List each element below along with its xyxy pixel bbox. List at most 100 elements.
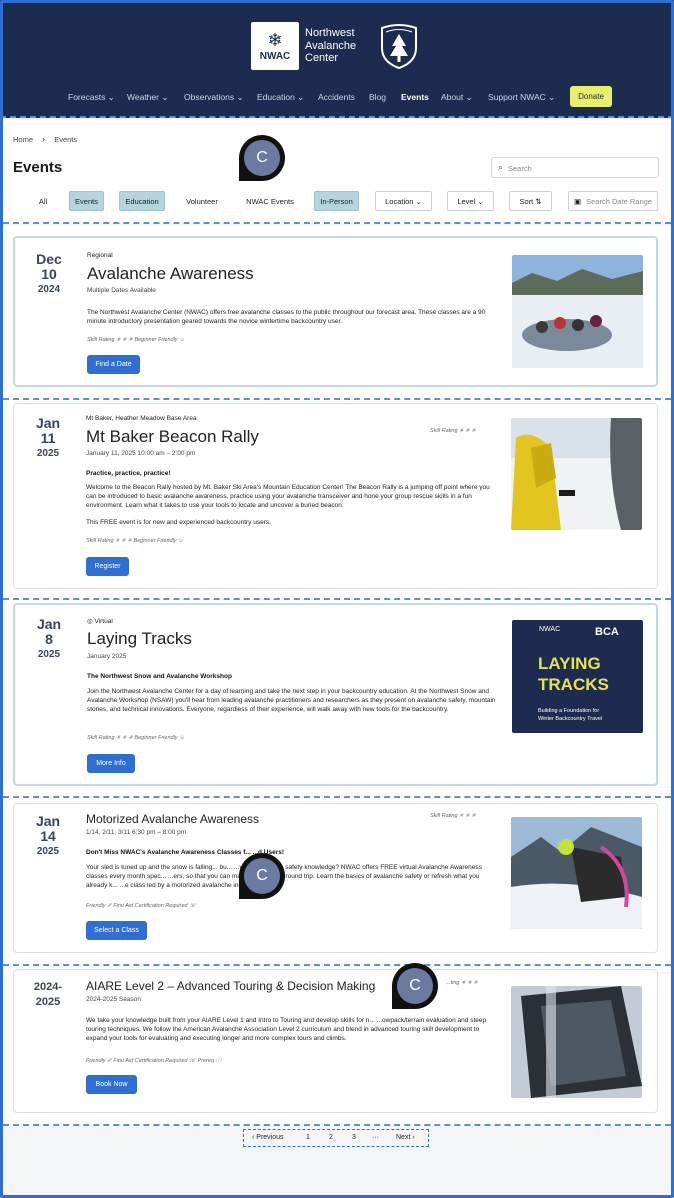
location-dropdown[interactable]: Location ⌄: [375, 191, 432, 211]
event-description: Your sled is tuned up and the snow is fa…: [86, 864, 482, 889]
nav-weather[interactable]: Weather ⌄: [127, 92, 168, 103]
nav-support[interactable]: Support NWAC ⌄: [488, 92, 555, 103]
date-range-input[interactable]: ▣ Search Date Range: [568, 191, 658, 211]
event-lead: Practice, practice, practice!: [86, 470, 171, 477]
event-lead: The Northwest Snow and Avalanche Worksho…: [87, 673, 232, 680]
skill-rating: Skill Rating ✳ ✳ ✳ Beginner Friendly ☺: [87, 337, 185, 343]
search-placeholder: Search: [508, 164, 532, 173]
event-date: 2024- 2025: [33, 981, 63, 1008]
nwac-mark: NWAC: [539, 626, 561, 633]
filter-in-person[interactable]: In-Person: [314, 191, 359, 211]
event-title[interactable]: AIARE Level 2 – Advanced Touring & Decis…: [86, 979, 375, 993]
breadcrumb: Home › Events: [13, 134, 77, 144]
event-title[interactable]: Mt Baker Beacon Rally: [86, 427, 259, 447]
event-date-detail: Multiple Dates Available: [87, 287, 156, 294]
tagline-1: Building a Foundation for: [538, 708, 600, 714]
page-2[interactable]: 2: [329, 1134, 333, 1141]
event-title[interactable]: Motorized Avalanche Awareness: [86, 812, 259, 826]
level-dropdown[interactable]: Level ⌄: [447, 191, 494, 211]
snowflake-icon: ❄: [267, 29, 283, 50]
event-tags: Friendly ✐ First Aid Certification Requi…: [86, 903, 197, 909]
avalanche-class-photo[interactable]: [512, 255, 643, 368]
date-range-placeholder: Search Date Range: [586, 196, 652, 206]
event-card[interactable]: Jan 8 2025 ◎ Virtual Laying Tracks Janua…: [13, 603, 658, 786]
calendar-icon: ▣: [574, 196, 582, 206]
sort-button[interactable]: Sort ⇅: [509, 191, 552, 211]
event-card[interactable]: Dec 10 2024 Regional Avalanche Awareness…: [13, 236, 658, 387]
page-3[interactable]: 3: [352, 1134, 356, 1141]
chevron-right-icon: ›: [42, 134, 46, 144]
event-description-note: This FREE event is for new and experienc…: [86, 519, 271, 526]
page-1[interactable]: 1: [306, 1134, 310, 1141]
register-button[interactable]: Register: [86, 557, 129, 576]
next-page-button[interactable]: Next ›: [396, 1134, 415, 1141]
nav-accidents[interactable]: Accidents: [318, 92, 355, 102]
pagination: ‹ Previous 1 2 3 ··· Next ›: [243, 1129, 429, 1147]
previous-page-button[interactable]: ‹ Previous: [252, 1134, 284, 1141]
laying-tracks-image[interactable]: NWAC BCA LAYING TRACKS Building a Founda…: [512, 620, 643, 733]
event-card[interactable]: 2024- 2025 ...ting ✳ ✳ ✳ AIARE Level 2 –…: [13, 969, 658, 1113]
breadcrumb-home[interactable]: Home: [13, 135, 33, 144]
search-icon: ⌕: [498, 162, 504, 172]
event-title[interactable]: Laying Tracks: [87, 629, 192, 649]
skill-rating: Skill Rating ✳ ✳ ✳ Beginner Friendly ☺: [86, 538, 184, 544]
nav-about[interactable]: About ⌄: [441, 92, 473, 103]
event-description: Welcome to the Beacon Rally hosted by Mt…: [86, 484, 490, 509]
skill-rating: Skill Rating ✳ ✳ ✳: [430, 428, 476, 434]
event-date: Jan 8 2025: [36, 616, 62, 661]
breadcrumb-current: Events: [54, 135, 78, 144]
filter-nwac-events[interactable]: NWAC Events: [242, 191, 298, 211]
event-date: Jan 14 2025: [35, 813, 61, 858]
site-header: ❄ NWAC Northwest Avalanche Center Foreca…: [0, 0, 674, 118]
collaborator-cursor: C: [239, 135, 285, 181]
event-date: Dec 10 2024: [36, 251, 62, 296]
pagination-ellipsis: ···: [372, 1134, 379, 1141]
donate-button[interactable]: Donate: [570, 86, 612, 107]
search-input[interactable]: ⌕ Search: [491, 157, 659, 178]
skill-rating: Skill Rating ✳ ✳ ✳ Beginner Friendly ☺: [87, 735, 185, 741]
filter-events[interactable]: Events: [69, 191, 104, 211]
event-date-detail: 2024-2025 Season: [86, 996, 141, 1003]
laying-tracks-line2: TRACKS: [538, 675, 609, 694]
event-description: Join the Northwest Avalanche Center for …: [87, 688, 496, 713]
skill-rating: Skill Rating ✳ ✳ ✳: [430, 813, 476, 819]
event-date-detail: January 2025: [87, 653, 127, 660]
filter-education[interactable]: Education: [119, 191, 165, 211]
event-location: Regional: [87, 252, 113, 259]
skill-rating: ...ting ✳ ✳ ✳: [446, 980, 478, 986]
ski-touring-photo[interactable]: [511, 986, 642, 1098]
beacon-rally-photo[interactable]: [511, 418, 642, 530]
filter-all[interactable]: All: [30, 191, 56, 211]
nav-observations[interactable]: Observations ⌄: [184, 92, 244, 103]
nav-education[interactable]: Education ⌄: [257, 92, 304, 103]
book-now-button[interactable]: Book Now: [86, 1075, 137, 1094]
page-title: Events: [13, 159, 63, 176]
snowmobile-photo[interactable]: [511, 817, 642, 929]
logo-text: NWAC: [259, 50, 291, 62]
nav-blog[interactable]: Blog: [369, 92, 386, 102]
bca-mark: BCA: [595, 626, 619, 638]
event-card[interactable]: Jan 14 2025 Skill Rating ✳ ✳ ✳ Motorized…: [13, 803, 658, 953]
event-date: Jan 11 2025: [35, 415, 61, 460]
tagline-2: Winter Backcountry Travel: [538, 716, 603, 722]
filter-volunteer[interactable]: Volunteer: [181, 191, 223, 211]
event-title[interactable]: Avalanche Awareness: [87, 264, 254, 284]
nav-events[interactable]: Events: [401, 92, 429, 102]
find-a-date-button[interactable]: Find a Date: [87, 355, 140, 374]
more-info-button[interactable]: More Info: [87, 754, 135, 773]
select-a-class-button[interactable]: Select a Class: [86, 921, 147, 940]
event-tags: Friendly ✐ First Aid Certification Requi…: [86, 1058, 222, 1064]
laying-tracks-line1: LAYING: [538, 654, 601, 673]
event-date-detail: January 11, 2025 10:00 am – 2:00 pm: [86, 450, 196, 457]
collaborator-cursor: C: [239, 853, 285, 899]
event-description: We take your knowledge built from your A…: [86, 1017, 487, 1042]
collaborator-cursor: C: [392, 963, 438, 1009]
event-card[interactable]: Jan 11 2025 Mt Baker, Heather Meadow Bas…: [13, 403, 658, 589]
nav-forecasts[interactable]: Forecasts ⌄: [68, 92, 115, 103]
event-date-detail: 1/14, 2/11, 3/11 6:30 pm – 8:00 pm: [86, 829, 187, 836]
forest-service-shield-icon[interactable]: [378, 22, 420, 70]
event-location: ◎ Virtual: [87, 618, 113, 625]
nwac-logo[interactable]: ❄ NWAC: [251, 22, 299, 70]
brand-name[interactable]: Northwest Avalanche Center: [305, 27, 356, 65]
event-location: Mt Baker, Heather Meadow Base Area: [86, 415, 197, 422]
